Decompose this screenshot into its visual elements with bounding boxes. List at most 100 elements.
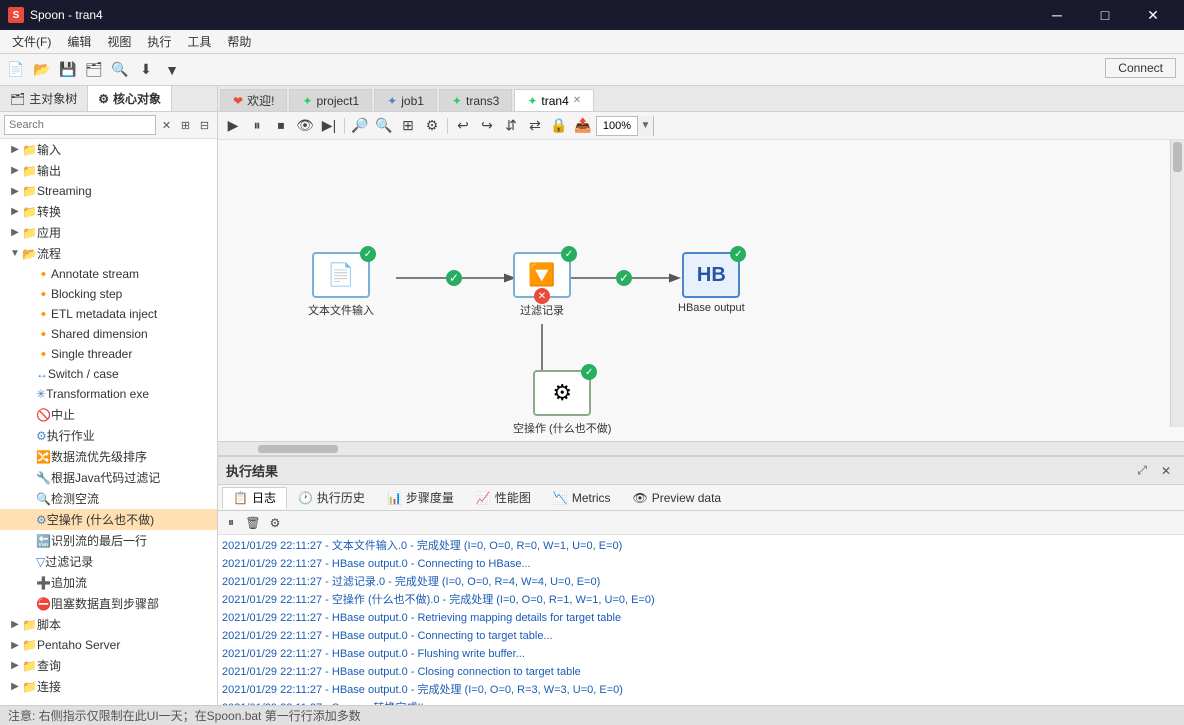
menu-run[interactable]: 执行 — [139, 31, 179, 52]
results-tab-perf[interactable]: 📈 性能图 — [465, 487, 542, 509]
tree-item-output[interactable]: ▶ 📁 输出 — [0, 160, 217, 181]
run-button[interactable]: ▶ — [222, 115, 244, 137]
save-button[interactable]: 💾 — [56, 58, 80, 82]
list-item[interactable]: ▶ ✳ Transformation exe — [0, 384, 217, 404]
workflow-node-textinput[interactable]: 📄 ✓ 文本文件输入 — [308, 252, 374, 318]
tab-trans3[interactable]: ✦ trans3 — [439, 89, 512, 111]
tree-item-script[interactable]: ▶ 📁 脚本 — [0, 614, 217, 635]
status-bar: 注意: 右侧指示仅限制在此UI一天；在Spoon.bat 第一行行添加多数 — [0, 705, 1184, 725]
menu-help[interactable]: 帮助 — [219, 31, 259, 52]
list-item[interactable]: ▶ 🔸 Blocking step — [0, 284, 217, 304]
log-line: 2021/01/29 22:11:27 - 空操作 (什么也不做).0 - 完成… — [222, 591, 1180, 609]
results-expand-button[interactable]: ⤢ — [1132, 461, 1152, 481]
pause-button[interactable]: ⏸ — [246, 115, 268, 137]
canvas-scrollbar-horizontal[interactable] — [218, 441, 1184, 455]
log-clear-button[interactable]: 🗑 — [244, 514, 262, 532]
align2-button[interactable]: ⇄ — [524, 115, 546, 137]
list-item[interactable]: ▶ 🔀 数据流优先级排序 — [0, 446, 217, 467]
open-button[interactable]: 📂 — [30, 58, 54, 82]
menu-view[interactable]: 视图 — [99, 31, 139, 52]
tab-welcome[interactable]: ❤ 欢迎! — [220, 89, 287, 111]
list-item-selected[interactable]: ▶ ⚙ 空操作 (什么也不做) — [0, 509, 217, 530]
results-tab-log[interactable]: 📋 日志 — [222, 487, 287, 509]
expand-all-button[interactable]: ⊞ — [177, 116, 194, 134]
explore-button[interactable]: 🔍 — [108, 58, 132, 82]
list-item[interactable]: ▶ ⚙ 执行作业 — [0, 425, 217, 446]
lock-button[interactable]: 🔒 — [548, 115, 570, 137]
list-item[interactable]: ▶ 🔧 根据Java代码过滤记 — [0, 467, 217, 488]
tab-label: project1 — [316, 94, 359, 108]
search-input[interactable] — [4, 115, 156, 135]
steps-icon: 📊 — [387, 491, 402, 505]
log-settings-button[interactable]: ⚙ — [266, 514, 284, 532]
list-item[interactable]: ▶ ↔ Switch / case — [0, 364, 217, 384]
tab-project1[interactable]: ✦ project1 — [289, 89, 372, 111]
settings-button[interactable]: ⚙ — [421, 115, 443, 137]
tab-main-objects[interactable]: 🗂 主对象树 — [0, 86, 88, 111]
menu-file[interactable]: 文件(F) — [4, 31, 59, 52]
undo-button[interactable]: ↩ — [452, 115, 474, 137]
canvas-area[interactable]: ✓ ✓ 📄 ✓ 文本文件输入 — [218, 140, 1184, 455]
stop-button[interactable]: ⏹ — [270, 115, 292, 137]
list-item[interactable]: ▶ 🔸 Shared dimension — [0, 324, 217, 344]
log-pause-button[interactable]: ⏸ — [222, 514, 240, 532]
list-item[interactable]: ▶ 🔍 检测空流 — [0, 488, 217, 509]
tree-item-pentaho[interactable]: ▶ 📁 Pentaho Server — [0, 635, 217, 655]
folder-icon: 📁 — [22, 226, 37, 240]
search-clear-button[interactable]: ✕ — [158, 116, 175, 134]
results-tab-steps[interactable]: 📊 步骤度量 — [376, 487, 465, 509]
fit-button[interactable]: ⊞ — [397, 115, 419, 137]
align-button[interactable]: ⇵ — [500, 115, 522, 137]
zoom-in-button[interactable]: 🔎 — [349, 115, 371, 137]
workflow-node-hbase[interactable]: HB ✓ HBase output — [678, 252, 745, 314]
zoom-dropdown-button[interactable]: ▼ — [637, 116, 653, 136]
tab-tran4[interactable]: ✦ tran4 ✕ — [514, 89, 594, 111]
tab-core-objects[interactable]: ⚙ 核心对象 — [88, 86, 172, 111]
save-all-button[interactable]: 🗂 — [82, 58, 106, 82]
dropdown-button[interactable]: ▼ — [160, 58, 184, 82]
results-tab-metrics[interactable]: 📉 Metrics — [542, 487, 622, 509]
results-close-button[interactable]: ✕ — [1156, 461, 1176, 481]
list-item[interactable]: ▶ 🔚 识别流的最后一行 — [0, 530, 217, 551]
node-icon: 🔸 — [36, 347, 51, 361]
canvas-scrollbar-vertical[interactable] — [1170, 140, 1184, 427]
list-item[interactable]: ▶ 🔸 ETL metadata inject — [0, 304, 217, 324]
log-line: 2021/01/29 22:11:27 - HBase output.0 - 完… — [222, 681, 1180, 699]
new-file-button[interactable]: 📄 — [4, 58, 28, 82]
minimize-button[interactable]: ─ — [1034, 0, 1080, 30]
tree-item-input[interactable]: ▶ 📁 输入 — [0, 139, 217, 160]
zoom-out-button[interactable]: 🔍 — [373, 115, 395, 137]
tree-item-streaming[interactable]: ▶ 📁 Streaming — [0, 181, 217, 201]
tree-item-workflow[interactable]: ▼ 📂 流程 — [0, 243, 217, 264]
redo-button[interactable]: ↪ — [476, 115, 498, 137]
list-item[interactable]: ▶ 🔸 Annotate stream — [0, 264, 217, 284]
step-forward-button[interactable]: ▶| — [318, 115, 340, 137]
collapse-all-button[interactable]: ⊟ — [196, 116, 213, 134]
tree-item-label: 识别流的最后一行 — [51, 532, 147, 549]
tab-close-icon[interactable]: ✕ — [573, 95, 581, 106]
list-item[interactable]: ▶ 🔸 Single threader — [0, 344, 217, 364]
tree-item-app[interactable]: ▶ 📁 应用 — [0, 222, 217, 243]
close-button[interactable]: ✕ — [1130, 0, 1176, 30]
maximize-button[interactable]: □ — [1082, 0, 1128, 30]
tab-job1[interactable]: ✦ job1 — [374, 89, 437, 111]
menu-tools[interactable]: 工具 — [179, 31, 219, 52]
workflow-node-empty-op[interactable]: ⚙ ✓ 空操作 (什么也不做) — [513, 370, 611, 436]
menu-edit[interactable]: 编辑 — [59, 31, 99, 52]
main-objects-label: 主对象树 — [29, 90, 77, 107]
results-tab-history[interactable]: 🕐 执行历史 — [287, 487, 376, 509]
workflow-node-filter[interactable]: 🔽 ✓ ✕ 过滤记录 — [513, 252, 571, 318]
tree-item-transform[interactable]: ▶ 📁 转换 — [0, 201, 217, 222]
tree-item-connection[interactable]: ▶ 📁 连接 — [0, 676, 217, 697]
settings-button[interactable]: ⬇ — [134, 58, 158, 82]
tree-item-query[interactable]: ▶ 📁 查询 — [0, 655, 217, 676]
list-item[interactable]: ▶ ▽ 过滤记录 — [0, 551, 217, 572]
export-button[interactable]: 📤 — [572, 115, 594, 137]
connect-button[interactable]: Connect — [1105, 58, 1176, 78]
preview-button[interactable]: 👁 — [294, 115, 316, 137]
window-controls: ─ □ ✕ — [1034, 0, 1176, 30]
list-item[interactable]: ▶ ➕ 追加流 — [0, 572, 217, 593]
list-item[interactable]: ▶ ⛔ 阻塞数据直到步骤部 — [0, 593, 217, 614]
results-tab-preview[interactable]: 👁 Preview data — [622, 487, 733, 509]
list-item[interactable]: ▶ 🚫 中止 — [0, 404, 217, 425]
